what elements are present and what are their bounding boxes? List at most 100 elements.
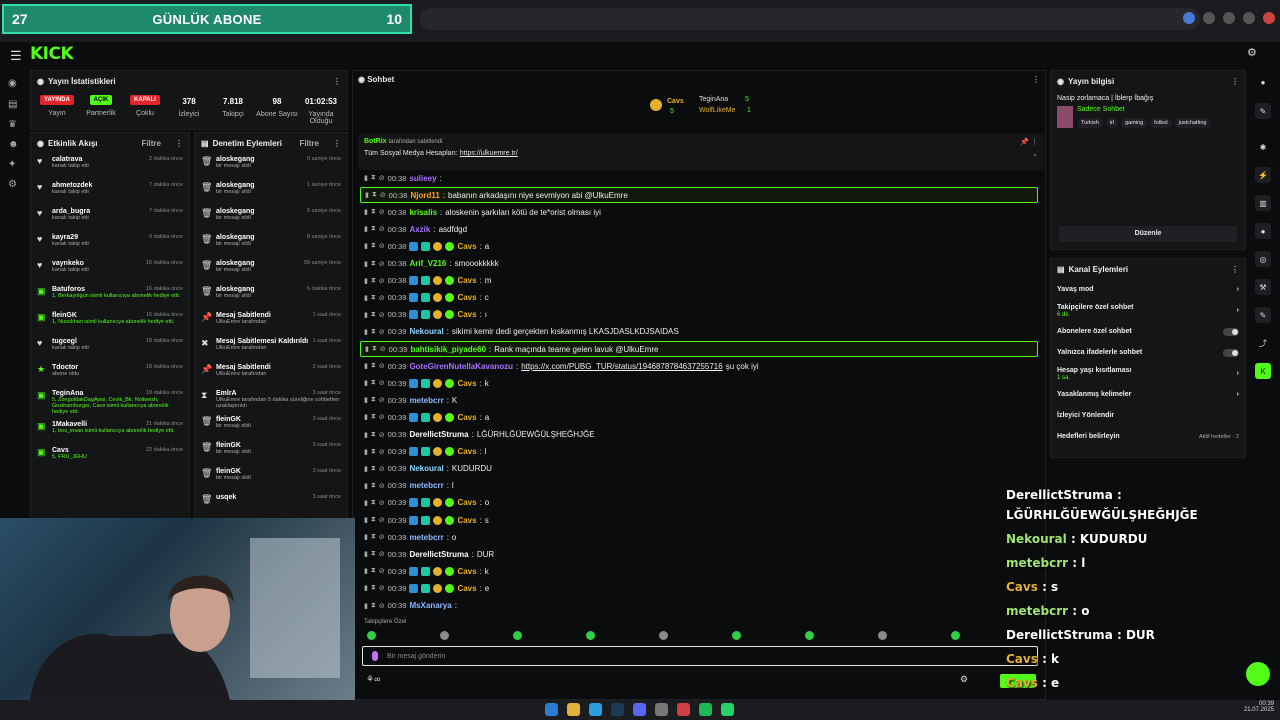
chat-message[interactable]: ▮ ⧗ ⊘ 00:39 bahtisikik_piyade60: Rank maçında… bbox=[360, 341, 1038, 357]
emote-icon[interactable] bbox=[805, 631, 814, 640]
chat-message[interactable]: ▮ ⧗ ⊘ 00:39 Cavs: k bbox=[360, 563, 1038, 579]
message-pin-icon[interactable]: ▮ bbox=[364, 567, 368, 575]
discord-icon[interactable] bbox=[633, 703, 646, 716]
message-timeout-icon[interactable]: ⧗ bbox=[371, 379, 376, 387]
message-pin-icon[interactable]: ▮ bbox=[365, 191, 369, 199]
message-user[interactable]: Cavs bbox=[457, 379, 476, 388]
mod-item[interactable]: 🗑 aloskegang 5 saniye önce bir mesajı sildi bbox=[195, 205, 347, 231]
chat-message[interactable]: ▮ ⧗ ⊘ 00:39 Cavs: ı bbox=[360, 307, 1038, 323]
message-pin-icon[interactable]: ▮ bbox=[364, 396, 368, 404]
chat-input[interactable]: Bir mesaj gönderin bbox=[362, 646, 1038, 666]
channel-action[interactable]: Yalnızca ifadelerle sohbet bbox=[1051, 342, 1245, 363]
floating-chat-icon[interactable] bbox=[1246, 662, 1270, 686]
message-link[interactable]: https://x.com/PUBG_TUR/status/1946878784… bbox=[521, 362, 722, 371]
message-user[interactable]: Cavs bbox=[457, 447, 476, 456]
message-user[interactable]: GoteGirenNutellaKavanozu bbox=[409, 362, 513, 371]
message-pin-icon[interactable]: ▮ bbox=[364, 311, 368, 319]
message-user[interactable]: krisalis bbox=[409, 208, 437, 217]
message-ban-icon[interactable]: ⊘ bbox=[379, 516, 385, 524]
mod-item[interactable]: 🗑 aloskegang 59 saniye önce bir mesajı sild… bbox=[195, 257, 347, 283]
message-user[interactable]: Cavs bbox=[457, 242, 476, 251]
message-timeout-icon[interactable]: ⧗ bbox=[371, 362, 376, 370]
mod-item[interactable]: ✖ Mesaj Sabitlemesi Kaldırıldı 1 saat önce… bbox=[195, 335, 347, 361]
message-timeout-icon[interactable]: ⧗ bbox=[371, 208, 376, 216]
chat-message[interactable]: ▮ ⧗ ⊘ 00:39 Nekoural: sikimi kemir dedi gerçe… bbox=[360, 324, 1038, 340]
hamburger-icon[interactable]: ☰ bbox=[10, 48, 22, 64]
chat-points[interactable]: ⚘∞ bbox=[366, 674, 381, 685]
message-pin-icon[interactable]: ▮ bbox=[364, 602, 368, 610]
message-ban-icon[interactable]: ⊘ bbox=[379, 208, 385, 216]
user-menu-icon[interactable]: ⚙ bbox=[1247, 46, 1257, 59]
message-timeout-icon[interactable]: ⧗ bbox=[371, 242, 376, 250]
emote-icon[interactable] bbox=[732, 631, 741, 640]
activity-item[interactable]: ♥ ahmetozdek 7 dakika önce kanalı takip ett… bbox=[31, 179, 189, 205]
message-pin-icon[interactable]: ▮ bbox=[364, 242, 368, 250]
message-user[interactable]: Nekoural bbox=[409, 327, 443, 336]
activity-item[interactable]: ♥ kayra29 9 dakika önce kanalı takip etti bbox=[31, 231, 189, 257]
message-user[interactable]: sulieey bbox=[409, 174, 436, 183]
message-user[interactable]: Cavs bbox=[457, 310, 476, 319]
chat-message[interactable]: ▮ ⧗ ⊘ 00:39 MsXanarya: bbox=[360, 598, 1038, 614]
message-pin-icon[interactable]: ▮ bbox=[364, 516, 368, 524]
chat-message[interactable]: ▮ ⧗ ⊘ 00:39 Cavs: l bbox=[360, 444, 1038, 460]
rail-info-icon[interactable]: ● bbox=[1255, 74, 1271, 90]
message-ban-icon[interactable]: ⊘ bbox=[379, 550, 385, 558]
message-user[interactable]: metebcrr bbox=[409, 533, 443, 542]
message-timeout-icon[interactable]: ⧗ bbox=[371, 499, 376, 507]
message-pin-icon[interactable]: ▮ bbox=[364, 413, 368, 421]
message-pin-icon[interactable]: ▮ bbox=[364, 379, 368, 387]
message-ban-icon[interactable]: ⊘ bbox=[379, 431, 385, 439]
channel-action[interactable]: Yavaş mod › bbox=[1051, 279, 1245, 300]
message-ban-icon[interactable]: ⊘ bbox=[379, 277, 385, 285]
kick-logo[interactable]: KICK bbox=[30, 44, 74, 64]
toggle-switch[interactable] bbox=[1223, 327, 1239, 336]
rail-wrench-icon[interactable]: ⚒ bbox=[1255, 279, 1271, 295]
message-ban-icon[interactable]: ⊘ bbox=[379, 499, 385, 507]
actions-menu-icon[interactable]: ⋮ bbox=[1231, 265, 1239, 274]
pin-icon[interactable]: 📌 ⋮ bbox=[1020, 138, 1038, 146]
chat-settings-icon[interactable]: ⚙ bbox=[960, 674, 968, 685]
emote-icon[interactable] bbox=[586, 631, 595, 640]
message-ban-icon[interactable]: ⊘ bbox=[379, 379, 385, 387]
message-user[interactable]: Nekoural bbox=[409, 464, 443, 473]
chat-message[interactable]: ▮ ⧗ ⊘ 00:39 Cavs: s bbox=[360, 512, 1038, 528]
copilot-icon[interactable] bbox=[1263, 12, 1275, 24]
message-ban-icon[interactable]: ⊘ bbox=[379, 396, 385, 404]
emote-icon[interactable] bbox=[659, 631, 668, 640]
chat-message[interactable]: ▮ ⧗ ⊘ 00:39 Nekoural: KUDURDU bbox=[360, 461, 1038, 477]
message-user[interactable]: DerellictStruma bbox=[409, 430, 468, 439]
mod-item[interactable]: ⧗ EmlrA 3 saat önce UlkuEmre tarafından 5 d… bbox=[195, 387, 347, 413]
chevron-right-icon[interactable]: › bbox=[1237, 286, 1239, 293]
menu-icon[interactable] bbox=[1243, 12, 1255, 24]
message-pin-icon[interactable]: ▮ bbox=[364, 260, 368, 268]
rail-trophy-icon[interactable]: ♛ bbox=[8, 119, 18, 130]
activity-item[interactable]: ♥ tugcegl 18 dakika önce kanalı takip etti bbox=[31, 335, 189, 361]
chevron-right-icon[interactable]: › bbox=[1237, 391, 1239, 398]
message-ban-icon[interactable]: ⊘ bbox=[379, 174, 385, 182]
message-ban-icon[interactable]: ⊘ bbox=[379, 567, 385, 575]
emote-icon[interactable] bbox=[440, 631, 449, 640]
mod-item[interactable]: 🗑 fleinGK 3 saat önce bir mesajı sildi bbox=[195, 413, 347, 439]
chat-message[interactable]: ▮ ⧗ ⊘ 00:39 Cavs: o bbox=[360, 495, 1038, 511]
message-user[interactable]: metebcrr bbox=[409, 481, 443, 490]
address-bar[interactable] bbox=[420, 8, 1200, 30]
message-timeout-icon[interactable]: ⧗ bbox=[371, 328, 376, 336]
message-timeout-icon[interactable]: ⧗ bbox=[371, 533, 376, 541]
message-pin-icon[interactable]: ▮ bbox=[364, 294, 368, 302]
message-timeout-icon[interactable]: ⧗ bbox=[371, 260, 376, 268]
message-pin-icon[interactable]: ▮ bbox=[364, 277, 368, 285]
toggle-switch[interactable] bbox=[1223, 348, 1239, 357]
message-pin-icon[interactable]: ▮ bbox=[364, 208, 368, 216]
mod-filter-button[interactable]: Filtre bbox=[299, 139, 319, 148]
channel-action[interactable]: Takipçilere özel sohbet 6 dk. › bbox=[1051, 300, 1245, 321]
stream-tag[interactable]: justchatting bbox=[1174, 118, 1211, 128]
message-user[interactable]: Cavs bbox=[457, 567, 476, 576]
message-timeout-icon[interactable]: ⧗ bbox=[371, 567, 376, 575]
channel-action[interactable]: Hedefleri belirleyin Aktif hedefler · 2 bbox=[1051, 426, 1245, 447]
message-ban-icon[interactable]: ⊘ bbox=[379, 465, 385, 473]
mod-item[interactable]: 🗑 aloskegang 8 saniye önce bir mesajı sildi bbox=[195, 231, 347, 257]
message-timeout-icon[interactable]: ⧗ bbox=[371, 465, 376, 473]
message-user[interactable]: DerellictStruma bbox=[409, 550, 468, 559]
message-timeout-icon[interactable]: ⧗ bbox=[372, 191, 377, 199]
activity-item[interactable]: ▣ TeginAna 19 dakika önce 5, ZonguldakDagAy… bbox=[31, 387, 189, 418]
